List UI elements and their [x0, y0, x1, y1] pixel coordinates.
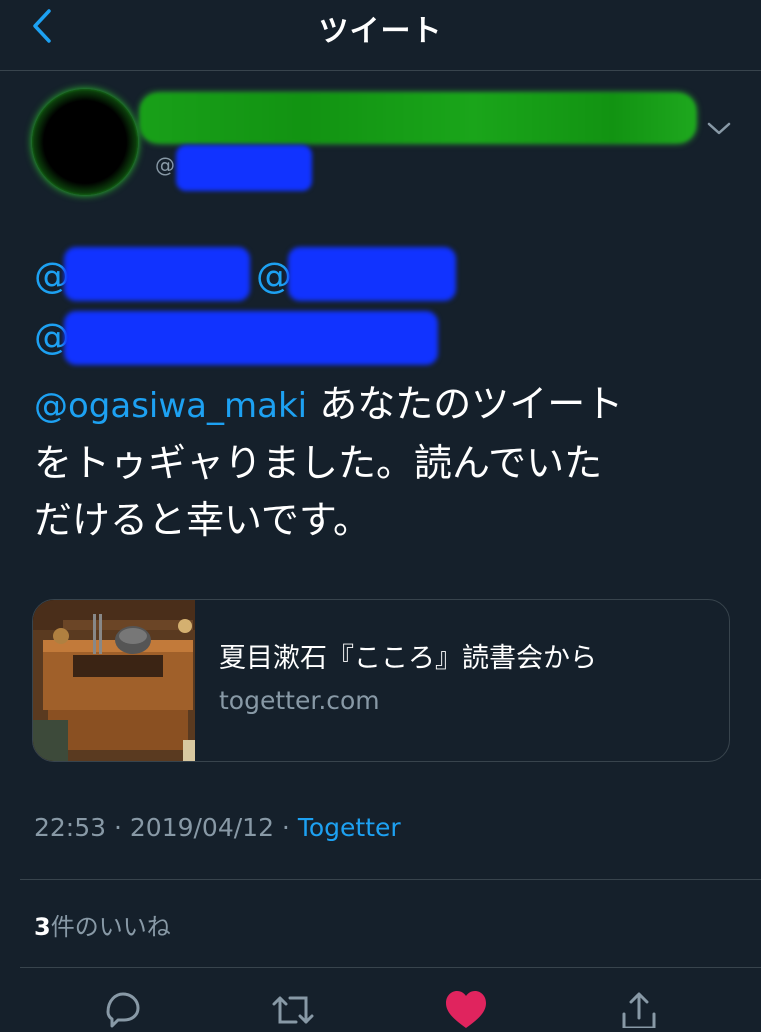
divider — [20, 879, 761, 880]
retweet-button[interactable] — [268, 988, 318, 1028]
page-title: ツイート — [318, 14, 443, 49]
redacted-mention[interactable] — [64, 311, 438, 365]
redacted-mention[interactable] — [64, 247, 250, 301]
redacted-display-name[interactable] — [140, 93, 696, 143]
meta-separator: · — [106, 813, 130, 842]
share-icon — [622, 992, 656, 1030]
likes-label: 件のいいね — [50, 913, 171, 941]
card-thumbnail — [33, 600, 195, 761]
redacted-author-handle[interactable] — [176, 145, 312, 191]
like-button[interactable] — [441, 988, 491, 1028]
card-thumbnail-image — [33, 600, 195, 761]
likes-count: 3 — [34, 913, 51, 941]
divider — [20, 967, 761, 968]
tweet-source-link[interactable]: Togetter — [298, 813, 401, 842]
redacted-mention[interactable] — [288, 247, 456, 301]
tweet-text-line: あなたのツイート — [307, 382, 624, 426]
avatar[interactable] — [32, 89, 138, 195]
tweet-text-line: をトゥギャりました。読んでいた — [34, 441, 603, 485]
tweet-meta: 22:53 · 2019/04/12 · Togetter — [34, 813, 401, 842]
mention-link[interactable]: @ogasiwa_maki — [34, 386, 307, 426]
reply-button[interactable] — [98, 988, 148, 1028]
mention-prefix[interactable]: @ — [256, 256, 292, 297]
tweet-text: @ogasiwa_maki あなたのツイート をトゥギャりました。読んでいた だ… — [34, 376, 734, 549]
tweet-text-line: だけると幸いです。 — [34, 498, 372, 542]
likes-count-link[interactable]: 3件のいいね — [34, 907, 171, 942]
chevron-down-icon[interactable] — [704, 117, 734, 141]
card-title: 夏目漱石『こころ』読書会から — [219, 643, 597, 674]
link-preview-card[interactable]: 夏目漱石『こころ』読書会から togetter.com — [32, 599, 730, 762]
card-domain: togetter.com — [219, 686, 380, 715]
author-handle-prefix: @ — [155, 153, 175, 177]
tweet-time: 22:53 — [34, 813, 107, 842]
reply-icon — [106, 992, 140, 1028]
navigation-bar: ツイート — [0, 0, 761, 71]
meta-separator: · — [273, 813, 298, 842]
tweet-date: 2019/04/12 — [129, 813, 274, 842]
share-button[interactable] — [614, 988, 664, 1030]
retweet-icon — [272, 996, 314, 1024]
heart-icon — [446, 991, 486, 1028]
